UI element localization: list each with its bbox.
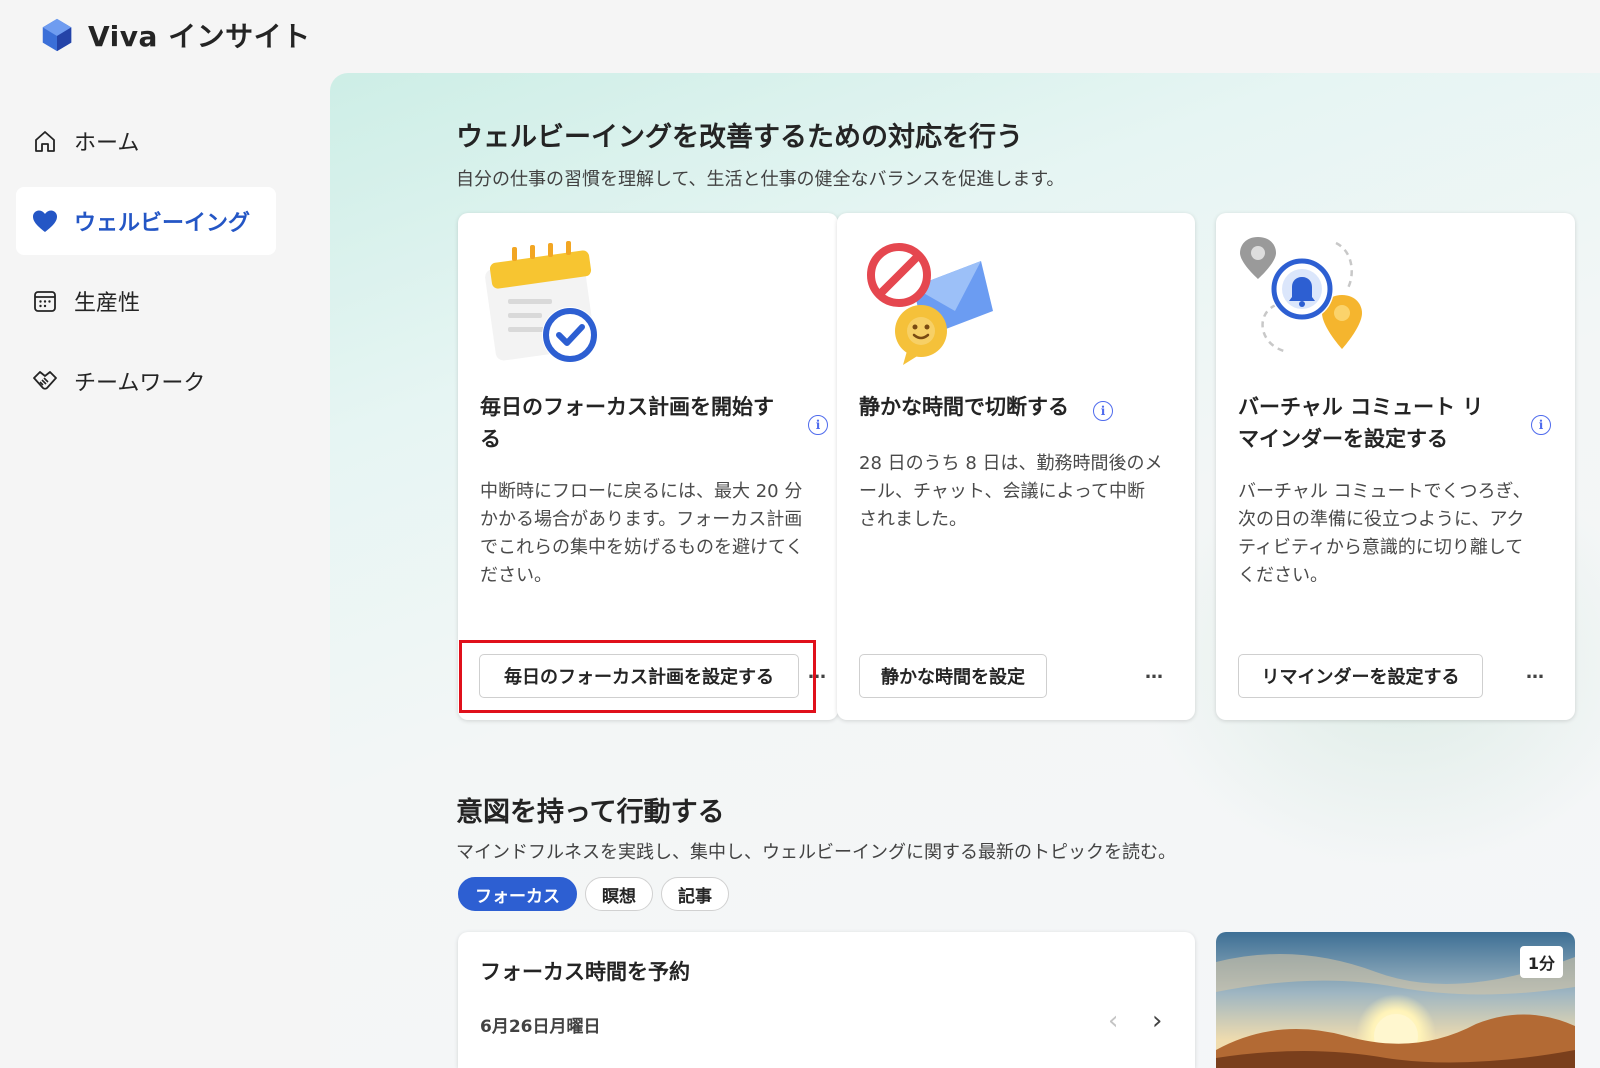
set-reminder-button[interactable]: リマインダーを設定する [1238,654,1483,698]
card-description-line: されました。 [859,509,967,530]
handshake-icon [30,366,60,396]
duration-badge: 1分 [1519,946,1563,978]
calendar-icon [30,286,60,316]
intent-section-subtitle: マインドフルネスを実践し、集中し、ウェルビーイングに関する最新のトピックを読む。 [456,842,1176,863]
card-description-line: ください。 [1238,565,1328,586]
card-description-line: でこれらの集中を妨げるものを避けてく [480,537,804,558]
card-title-line: る [480,427,501,451]
calendar-check-icon [485,241,598,363]
sidebar-item-home[interactable]: ホーム [16,107,276,175]
info-icon[interactable]: i [808,415,828,435]
card-description-line: ださい。 [480,565,552,586]
sidebar-item-teamwork[interactable]: チームワーク [16,347,276,415]
sidebar-item-label: ホーム [74,131,140,156]
sidebar-item-label: ウェルビーイング [74,211,251,236]
more-options-button[interactable]: … [1145,662,1164,683]
wellbeing-section-title: ウェルビーイングを改善するための対応を行う [456,122,1023,153]
card-description: バーチャル コミュートでくつろぎ、 次の日の準備に役立つように、アク ティビティ… [1238,478,1558,590]
tab-articles[interactable]: 記事 [661,877,729,911]
card-description-line: 中断時にフローに戻るには、最大 20 分 [480,481,803,502]
info-icon[interactable]: i [1093,401,1113,421]
card-description-line: かかる場合があります。フォーカス計画 [480,509,803,530]
focus-time-date: 6月26日月曜日 [480,1017,601,1037]
sidebar-item-productivity[interactable]: 生産性 [16,267,276,335]
card-title-line: バーチャル コミュート リ [1238,395,1484,419]
sidebar-item-label: 生産性 [74,291,141,316]
card-title-line: 毎日のフォーカス計画を開始す [480,395,774,419]
card-description-line: ティビティから意識的に切り離して [1238,537,1524,558]
location-bell-icon [1240,237,1362,353]
card-title: 毎日のフォーカス計画を開始す る [480,391,780,455]
app-title: Viva インサイト [88,20,311,53]
set-quiet-time-button[interactable]: 静かな時間を設定 [859,654,1047,698]
card-title: バーチャル コミュート リ マインダーを設定する [1238,391,1538,455]
card-title-line: マインダーを設定する [1238,427,1448,451]
virtual-commute-card: バーチャル コミュート リ マインダーを設定する i バーチャル コミュートでく… [1216,213,1575,720]
home-icon [30,126,60,156]
focus-time-title: フォーカス時間を予約 [480,960,690,984]
card-title: 静かな時間で切断する [859,391,1159,423]
quiet-time-card: 静かな時間で切断する i 28 日のうち 8 日は、勤務時間後のメ ール、チャッ… [837,213,1195,720]
highlight-box [459,640,816,713]
chevron-right-icon[interactable]: › [1152,1006,1162,1036]
card-description-line: バーチャル コミュートでくつろぎ、 [1238,481,1531,502]
heart-icon [30,206,60,236]
card-title-line: 静かな時間で切断する [859,395,1069,419]
sidebar-item-wellbeing[interactable]: ウェルビーイング [16,187,276,255]
topic-tabs: フォーカス 瞑想 記事 [458,877,729,911]
more-options-button[interactable]: … [1526,662,1545,683]
card-description-line: 次の日の準備に役立つように、アク [1238,509,1525,530]
do-not-disturb-mail-icon [867,243,993,365]
card-description: 中断時にフローに戻るには、最大 20 分 かかる場合があります。フォーカス計画 … [480,478,820,590]
card-description: 28 日のうち 8 日は、勤務時間後のメ ール、チャット、会議によって中断 され… [859,450,1179,534]
focus-time-card: フォーカス時間を予約 6月26日月曜日 ‹ › [458,932,1195,1068]
chevron-left-icon[interactable]: ‹ [1108,1006,1118,1036]
viva-logo-icon [42,18,72,52]
tab-meditation[interactable]: 瞑想 [585,877,653,911]
card-description-line: 28 日のうち 8 日は、勤務時間後のメ [859,453,1163,474]
card-description-line: ール、チャット、会議によって中断 [859,481,1146,502]
meditation-media-card[interactable]: 1分 [1216,932,1575,1068]
app-header: Viva インサイト [0,0,1600,70]
sidebar-item-label: チームワーク [74,371,206,396]
tab-focus[interactable]: フォーカス [458,877,577,911]
info-icon[interactable]: i [1531,415,1551,435]
intent-section-title: 意図を持って行動する [456,797,725,828]
wellbeing-section-subtitle: 自分の仕事の習慣を理解して、生活と仕事の健全なバランスを促進します。 [456,169,1065,190]
